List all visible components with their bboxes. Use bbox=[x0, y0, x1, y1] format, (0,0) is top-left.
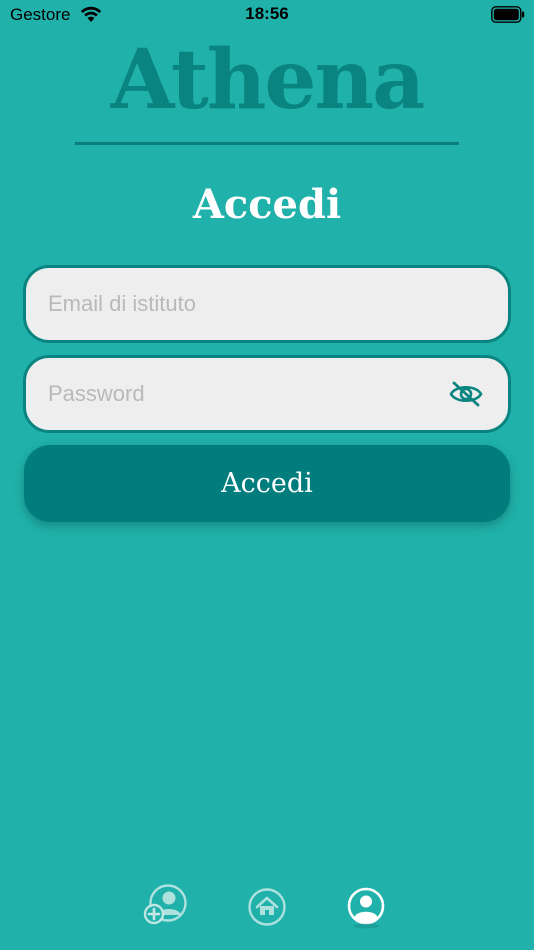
email-field[interactable] bbox=[48, 268, 448, 340]
tab-bar bbox=[0, 880, 534, 930]
clock: 18:56 bbox=[245, 4, 289, 23]
app-logo: Athena bbox=[110, 32, 426, 128]
divider bbox=[75, 142, 459, 145]
profile-icon bbox=[343, 887, 389, 935]
tab-register[interactable] bbox=[142, 884, 192, 934]
tab-profile[interactable] bbox=[343, 885, 393, 935]
home-icon bbox=[246, 888, 288, 932]
battery-icon bbox=[491, 6, 525, 23]
password-field-container bbox=[23, 355, 511, 433]
add-user-icon bbox=[142, 884, 190, 932]
password-field[interactable] bbox=[48, 358, 448, 430]
page-title: Accedi bbox=[192, 181, 342, 228]
tab-home[interactable] bbox=[246, 886, 296, 936]
login-button[interactable]: Accedi bbox=[24, 445, 510, 522]
email-field-container bbox=[23, 265, 511, 343]
status-bar: Gestore 18:56 bbox=[0, 0, 534, 30]
eye-slash-icon[interactable] bbox=[448, 380, 484, 408]
